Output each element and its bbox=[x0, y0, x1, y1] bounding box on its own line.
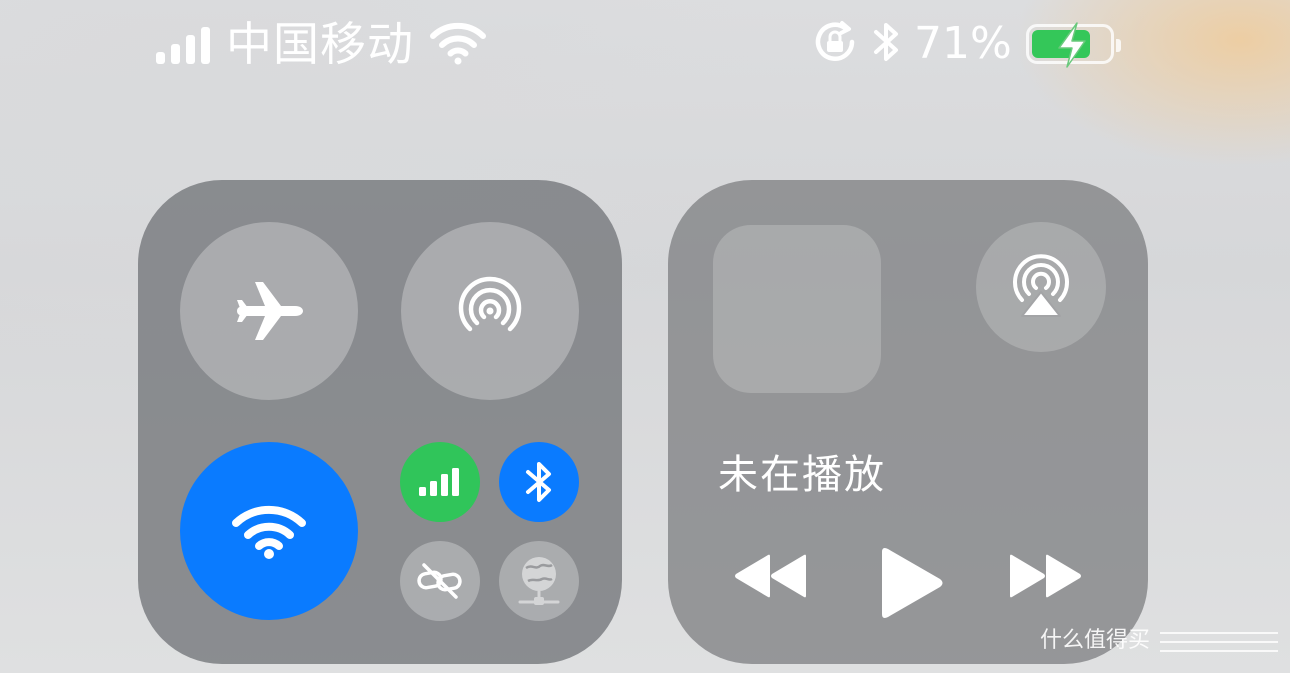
cellular-bars-icon bbox=[419, 468, 459, 496]
wifi-icon bbox=[430, 21, 486, 69]
airdrop-toggle[interactable] bbox=[401, 222, 579, 400]
vpn-toggle[interactable] bbox=[499, 541, 579, 621]
wifi-icon bbox=[232, 505, 306, 559]
status-bar-left: 中国移动 bbox=[156, 16, 486, 72]
wifi-toggle[interactable] bbox=[180, 442, 358, 620]
cellular-data-toggle[interactable] bbox=[400, 442, 480, 522]
battery-cap bbox=[1115, 39, 1121, 52]
signal-bars-icon bbox=[156, 24, 210, 64]
airplane-icon bbox=[237, 282, 303, 340]
connectivity-panel bbox=[138, 180, 622, 664]
now-playing-panel: 未在播放 bbox=[668, 180, 1148, 664]
bluetooth-icon bbox=[526, 462, 551, 502]
fast-forward-button[interactable] bbox=[1008, 552, 1084, 600]
charging-bolt-icon bbox=[1058, 22, 1086, 68]
now-playing-title: 未在播放 bbox=[718, 452, 886, 498]
play-icon bbox=[882, 548, 943, 618]
play-button[interactable] bbox=[876, 544, 946, 622]
status-bar-right: 71% bbox=[812, 14, 1121, 74]
orientation-lock-icon bbox=[812, 19, 858, 69]
battery-percentage: 71% bbox=[914, 18, 1012, 69]
vpn-globe-icon bbox=[518, 557, 560, 605]
bluetooth-toggle[interactable] bbox=[499, 442, 579, 522]
album-artwork-placeholder[interactable] bbox=[713, 225, 881, 393]
airplane-mode-toggle[interactable] bbox=[180, 222, 358, 400]
bluetooth-icon bbox=[872, 19, 902, 69]
rewind-icon bbox=[735, 554, 806, 598]
hotspot-link-icon bbox=[417, 563, 462, 599]
personal-hotspot-toggle[interactable] bbox=[400, 541, 480, 621]
battery-charging-icon bbox=[1025, 22, 1121, 68]
rewind-button[interactable] bbox=[732, 552, 808, 600]
watermark-lines bbox=[1160, 632, 1278, 656]
airplay-audio-icon bbox=[1013, 254, 1069, 317]
airdrop-icon bbox=[458, 276, 522, 332]
fast-forward-icon bbox=[1010, 554, 1081, 598]
carrier-name: 中国移动 bbox=[226, 17, 414, 71]
airplay-button[interactable] bbox=[976, 222, 1106, 352]
watermark-text: 什么值得买 bbox=[1040, 628, 1151, 653]
